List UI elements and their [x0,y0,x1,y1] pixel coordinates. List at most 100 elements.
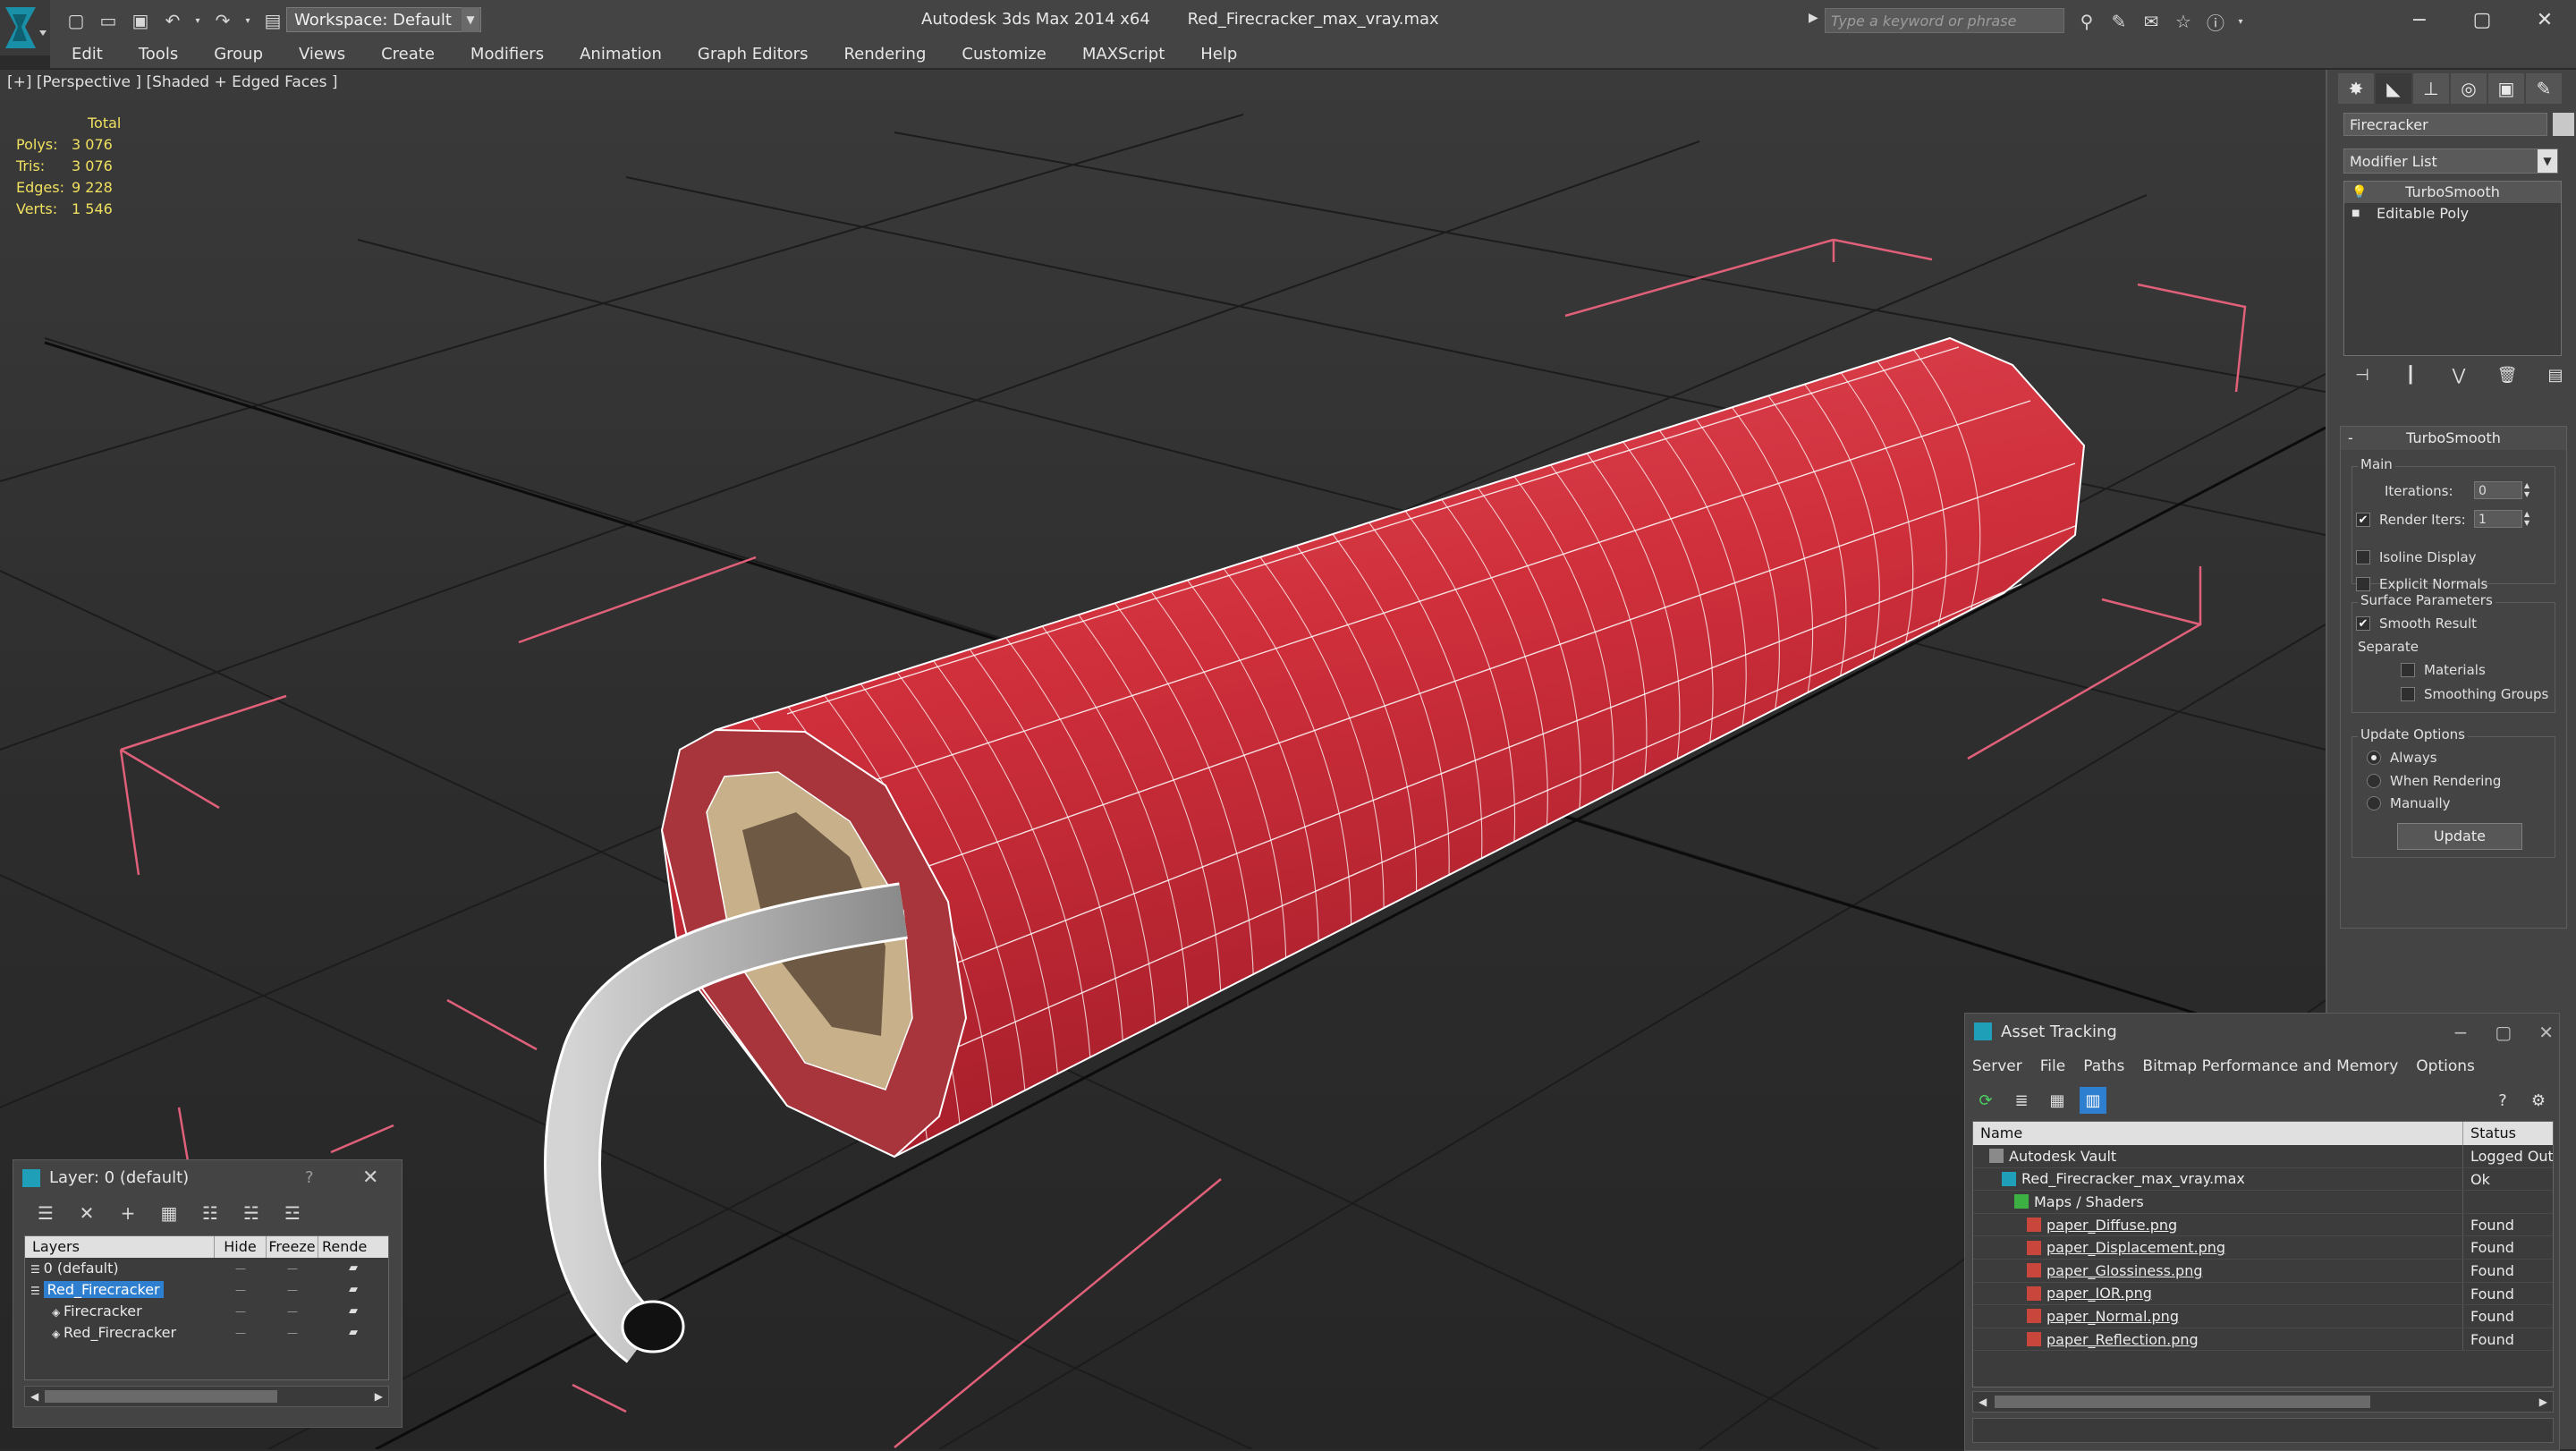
render-teapot-icon[interactable]: ▰ [318,1322,388,1344]
freeze-toggle[interactable]: — [267,1322,318,1344]
menu-paths[interactable]: Paths [2083,1053,2135,1080]
menu-views[interactable]: Views [281,41,363,68]
menu-animation[interactable]: Animation [562,41,680,68]
layer-row[interactable]: ◈ Red_Firecracker — — ▰ [25,1322,388,1344]
object-color-swatch[interactable] [2553,113,2574,136]
scroll-thumb[interactable] [1995,1396,2370,1408]
refresh-icon[interactable]: ⟳ [1972,1087,1999,1114]
menu-rendering[interactable]: Rendering [826,41,944,68]
layer-row[interactable]: ◈ Firecracker — — ▰ [25,1301,388,1322]
asset-row[interactable]: paper_Normal.png Found [1973,1305,2553,1328]
menu-file[interactable]: File [2040,1053,2076,1080]
always-radio[interactable] [2367,751,2381,765]
when-rendering-radio[interactable] [2367,774,2381,788]
remove-modifier-icon[interactable]: 🗑 [2494,361,2521,388]
settings-icon[interactable]: ⚙ [2525,1087,2552,1114]
layer-row[interactable]: ☰ 0 (default) — — ▰ [25,1258,388,1279]
lightbulb-icon[interactable]: 💡 [2351,182,2367,203]
help-icon[interactable]: ⓘ [2202,8,2229,35]
workspace-dropdown[interactable]: Workspace: Default ▼ [286,7,481,32]
smoothing-groups-checkbox[interactable] [2401,687,2415,701]
stack-item-turbosmooth[interactable]: 💡 TurboSmooth [2344,182,2561,203]
close-icon[interactable]: ✕ [2513,0,2576,39]
search-expand-icon[interactable]: ▶ [1809,11,1818,25]
horizontal-scrollbar[interactable]: ◀ ▶ [24,1386,389,1407]
rollout-header[interactable]: - TurboSmooth [2341,427,2566,450]
hide-all-icon[interactable]: ☵ [237,1200,266,1226]
asset-row[interactable]: paper_IOR.png Found [1973,1282,2553,1306]
render-iters-checkbox[interactable]: ✔ [2356,513,2370,527]
new-file-icon[interactable]: ▢ [63,7,89,34]
asset-tracking-titlebar[interactable]: Asset Tracking − ▢ ✕ [1965,1014,2559,1051]
workspace-extra-dropdown[interactable]: ▼ [462,7,479,32]
table-view-icon[interactable]: ▦ [2044,1087,2071,1114]
redo-icon[interactable]: ↷ [209,7,236,34]
redo-dropdown-icon[interactable]: ▾ [242,7,254,34]
spinner-arrows-icon[interactable]: ▲ ▼ [2524,510,2537,528]
motion-tab-icon[interactable]: ◎ [2451,73,2487,104]
menu-server[interactable]: Server [1972,1053,2033,1080]
create-tab-icon[interactable]: ✸ [2338,73,2374,104]
render-teapot-icon[interactable]: ▰ [318,1301,388,1322]
update-button[interactable]: Update [2397,823,2522,850]
menu-bitmap-performance[interactable]: Bitmap Performance and Memory [2142,1053,2409,1080]
make-unique-icon[interactable]: ⋁ [2445,361,2472,388]
freeze-toggle[interactable]: — [267,1279,318,1301]
render-iters-spinner[interactable]: 1 [2474,510,2522,528]
hide-toggle[interactable]: — [215,1301,267,1322]
display-tab-icon[interactable]: ▣ [2488,73,2524,104]
asset-row[interactable]: Autodesk Vault Logged Out [1973,1145,2553,1168]
app-logo-button[interactable] [0,0,50,55]
menu-create[interactable]: Create [363,41,453,68]
hide-toggle[interactable]: — [215,1322,267,1344]
freeze-all-icon[interactable]: ☲ [278,1200,307,1226]
menu-tools[interactable]: Tools [121,41,196,68]
menu-options[interactable]: Options [2416,1053,2486,1080]
viewport-label-menu[interactable]: [+] [Perspective ] [Shaded + Edged Faces… [7,73,337,91]
minimize-icon[interactable]: − [2388,0,2451,39]
save-icon[interactable]: ▣ [127,7,154,34]
hierarchy-tab-icon[interactable]: ⊥ [2413,73,2449,104]
expand-box-icon[interactable]: ■ [2351,203,2360,225]
stack-item-editable-poly[interactable]: ■ Editable Poly [2344,203,2561,225]
firecracker-model[interactable] [544,336,2086,1363]
asset-row[interactable]: Red_Firecracker_max_vray.max Ok [1973,1167,2553,1192]
spinner-arrows-icon[interactable]: ▲ ▼ [2524,481,2537,499]
asset-row[interactable]: paper_Reflection.png Found [1973,1328,2553,1352]
hide-toggle[interactable]: — [215,1279,267,1301]
help-icon[interactable]: ? [2489,1087,2516,1114]
menu-edit[interactable]: Edit [50,41,121,68]
subscription-icon[interactable]: ✎ [2106,8,2132,35]
add-layer-icon[interactable]: + [114,1200,142,1226]
scroll-left-icon[interactable]: ◀ [30,1387,38,1406]
close-icon[interactable]: ✕ [362,1160,378,1196]
menu-customize[interactable]: Customize [944,41,1063,68]
scroll-right-icon[interactable]: ▶ [2539,1392,2547,1412]
materials-checkbox[interactable] [2401,663,2415,677]
menu-maxscript[interactable]: MAXScript [1064,41,1182,68]
favorites-star-icon[interactable]: ☆ [2170,8,2197,35]
explicit-normals-checkbox[interactable] [2356,577,2370,591]
binoculars-icon[interactable]: ⚲ [2073,8,2100,35]
modify-tab-icon[interactable]: ◣ [2376,73,2411,104]
maximize-icon[interactable]: ▢ [2451,0,2513,39]
layer-icon[interactable]: ☰ [31,1200,60,1226]
list-view-icon[interactable]: ≣ [2008,1087,2035,1114]
hide-toggle[interactable]: — [215,1258,267,1279]
freeze-toggle[interactable]: — [267,1258,318,1279]
close-icon[interactable]: ✕ [2538,1014,2554,1051]
render-teapot-icon[interactable]: ▰ [318,1258,388,1279]
column-layers-header[interactable]: Layers [25,1236,215,1258]
select-objects-icon[interactable]: ▦ [155,1200,183,1226]
column-render-header[interactable]: Rende [318,1236,388,1258]
smooth-result-checkbox[interactable]: ✔ [2356,616,2370,631]
undo-icon[interactable]: ↶ [159,7,186,34]
undo-dropdown-icon[interactable]: ▾ [191,7,204,34]
communication-icon[interactable]: ✉ [2138,8,2165,35]
scroll-thumb[interactable] [45,1390,277,1403]
menu-graph-editors[interactable]: Graph Editors [680,41,826,68]
grid-view-icon[interactable]: ▥ [2080,1087,2106,1114]
iterations-spinner[interactable]: 0 [2474,481,2522,499]
layer-manager-titlebar[interactable]: Layer: 0 (default) ? ✕ [13,1160,402,1196]
asset-row[interactable]: paper_Glossiness.png Found [1973,1259,2553,1283]
